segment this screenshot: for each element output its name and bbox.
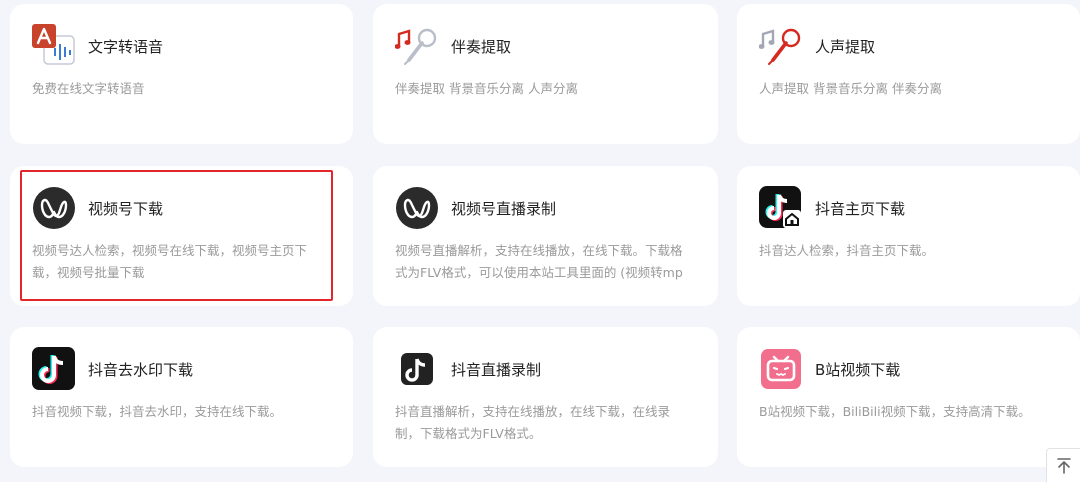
microphone-music-icon xyxy=(394,24,439,68)
tool-card-douyin-live-record[interactable]: 抖音直播录制 抖音直播解析，支持在线播放，在线下载，在线录制，下载格式为FLV格… xyxy=(373,327,718,467)
tool-card-vocal-extract[interactable]: 人声提取 人声提取 背景音乐分离 伴奏分离 xyxy=(737,4,1080,144)
tool-card-douyin-home-download[interactable]: 抖音主页下载 抖音达人检索，抖音主页下载。 xyxy=(737,166,1080,306)
card-description: 抖音直播解析，支持在线播放，在线下载，在线录制，下载格式为FLV格式。 xyxy=(395,404,671,441)
card-description: 抖音视频下载，抖音去水印，支持在线下载。 xyxy=(32,404,283,419)
card-description: 抖音达人检索，抖音主页下载。 xyxy=(759,243,935,258)
card-description: B站视频下载，BiliBili视频下载，支持高清下载。 xyxy=(759,404,1031,419)
text-to-speech-icon xyxy=(32,24,76,68)
tool-card-text-to-speech[interactable]: 文字转语音 免费在线文字转语音 xyxy=(10,4,353,144)
card-title: B站视频下载 xyxy=(815,360,901,379)
card-description: 伴奏提取 背景音乐分离 人声分离 xyxy=(395,81,578,96)
card-title: 抖音去水印下载 xyxy=(88,360,194,379)
wechat-channels-icon xyxy=(395,186,439,230)
card-title: 伴奏提取 xyxy=(451,37,512,56)
douyin-home-icon xyxy=(759,186,803,230)
tool-card-channels-live-record[interactable]: 视频号直播录制 视频号直播解析，支持在线播放，在线下载。下载格式为FLV格式，可… xyxy=(373,166,718,306)
card-title: 抖音主页下载 xyxy=(815,199,906,218)
tool-card-douyin-watermark-download[interactable]: 抖音去水印下载 抖音视频下载，抖音去水印，支持在线下载。 xyxy=(10,327,353,467)
back-to-top-button[interactable] xyxy=(1046,448,1080,482)
tool-card-bilibili-download[interactable]: B站视频下载 B站视频下载，BiliBili视频下载，支持高清下载。 xyxy=(737,327,1080,467)
card-title: 抖音直播录制 xyxy=(451,360,542,379)
douyin-icon xyxy=(32,347,76,391)
card-description: 视频号直播解析，支持在线播放，在线下载。下载格式为FLV格式，可以使用本站工具里… xyxy=(395,243,683,280)
card-description: 免费在线文字转语音 xyxy=(32,81,145,96)
bilibili-icon xyxy=(759,347,803,391)
selection-highlight xyxy=(20,170,333,301)
card-title: 文字转语音 xyxy=(88,37,164,56)
microphone-music-icon xyxy=(758,24,803,68)
tool-card-accompaniment-extract[interactable]: 伴奏提取 伴奏提取 背景音乐分离 人声分离 xyxy=(373,4,718,144)
back-to-top-icon xyxy=(1056,457,1071,474)
douyin-icon xyxy=(395,347,439,391)
card-title: 视频号直播录制 xyxy=(451,199,557,218)
card-description: 人声提取 背景音乐分离 伴奏分离 xyxy=(759,81,942,96)
card-title: 人声提取 xyxy=(815,37,876,56)
